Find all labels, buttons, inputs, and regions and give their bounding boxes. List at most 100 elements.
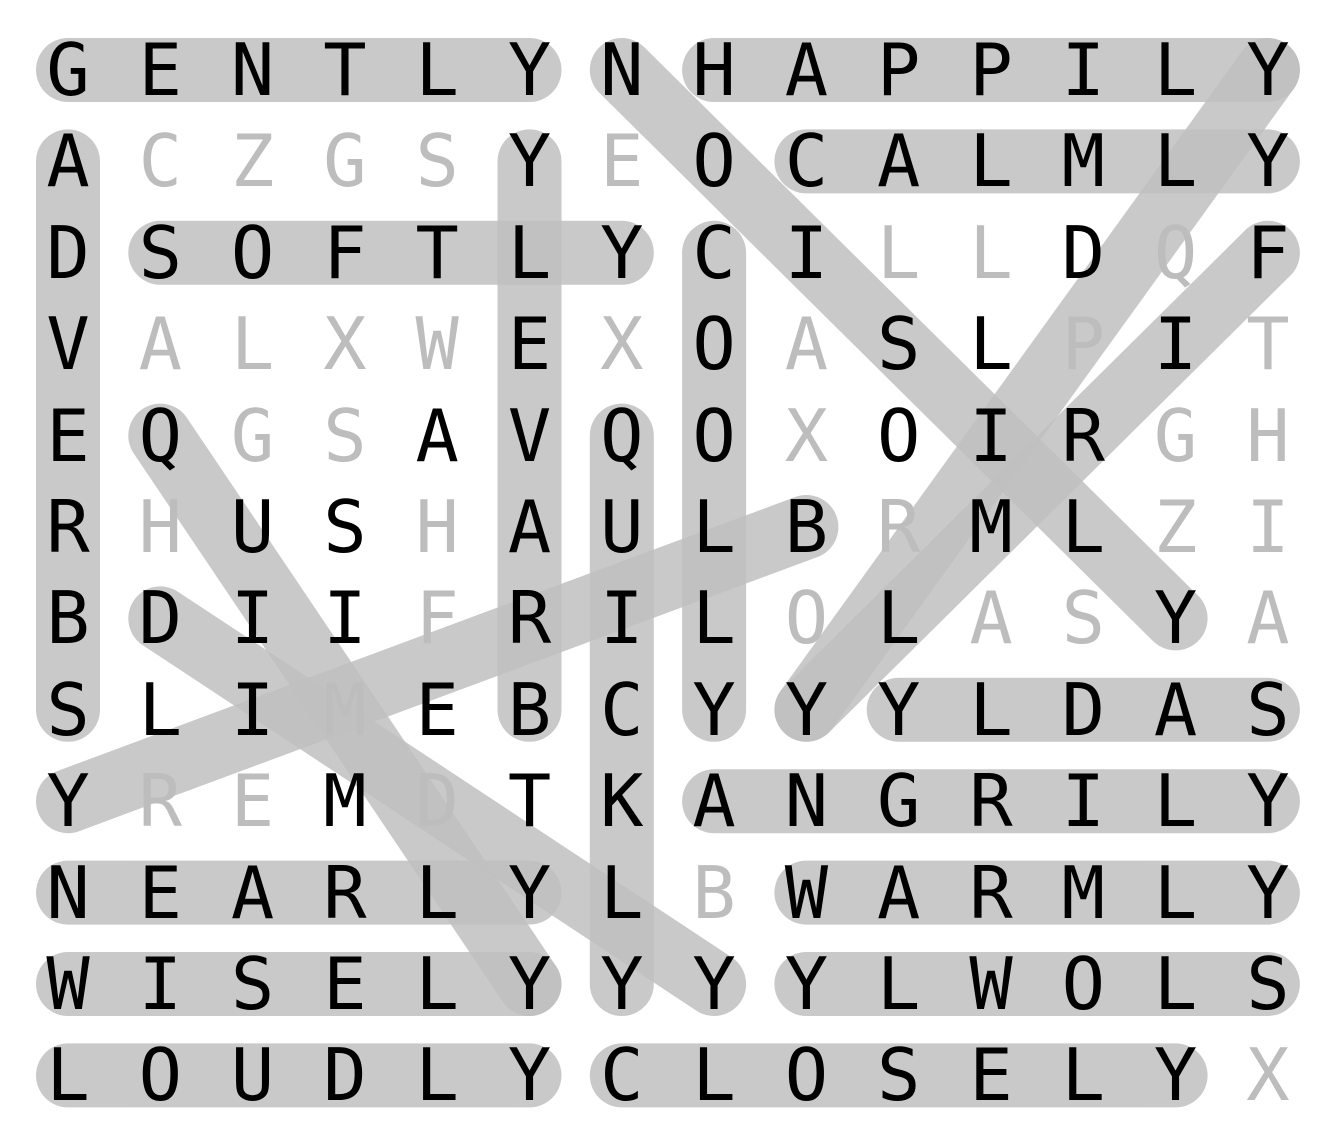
grid-cell[interactable]: L	[668, 1029, 760, 1121]
grid-cell[interactable]: H	[668, 24, 760, 116]
grid-cell[interactable]: C	[668, 207, 760, 299]
grid-cell[interactable]: E	[391, 664, 483, 756]
grid-cell[interactable]: G	[22, 24, 114, 116]
grid-cell[interactable]: Y	[1130, 1029, 1222, 1121]
grid-cell[interactable]: S	[1222, 664, 1314, 756]
grid-cell[interactable]: H	[391, 481, 483, 573]
grid-cell[interactable]: A	[207, 847, 299, 939]
grid-cell[interactable]: A	[760, 298, 852, 390]
grid-cell[interactable]: L	[22, 1029, 114, 1121]
grid-cell[interactable]: L	[1130, 24, 1222, 116]
grid-cell[interactable]: T	[391, 207, 483, 299]
grid-cell[interactable]: L	[945, 115, 1037, 207]
grid-cell[interactable]: D	[114, 572, 206, 664]
grid-cell[interactable]: R	[299, 847, 391, 939]
grid-cell[interactable]: H	[1222, 390, 1314, 482]
grid-cell[interactable]: I	[760, 207, 852, 299]
grid-cell[interactable]: Y	[1222, 24, 1314, 116]
grid-cell[interactable]: E	[114, 847, 206, 939]
grid-cell[interactable]: A	[1130, 664, 1222, 756]
grid-cell[interactable]: L	[391, 24, 483, 116]
grid-cell[interactable]: G	[853, 755, 945, 847]
grid-cell[interactable]: L	[207, 298, 299, 390]
grid-cell[interactable]: I	[1222, 481, 1314, 573]
grid-cell[interactable]: X	[760, 390, 852, 482]
grid-cell[interactable]: S	[114, 207, 206, 299]
grid-cell[interactable]: P	[1037, 298, 1129, 390]
grid-cell[interactable]: A	[760, 24, 852, 116]
grid-cell[interactable]: O	[114, 1029, 206, 1121]
grid-cell[interactable]: W	[391, 298, 483, 390]
grid-cell[interactable]: L	[1130, 115, 1222, 207]
grid-cell[interactable]: R	[945, 847, 1037, 939]
grid-cell[interactable]: H	[114, 481, 206, 573]
grid-cell[interactable]: N	[760, 755, 852, 847]
grid-cell[interactable]: Y	[484, 24, 576, 116]
grid-cell[interactable]: I	[576, 572, 668, 664]
grid-cell[interactable]: B	[760, 481, 852, 573]
grid-cell[interactable]: A	[1222, 572, 1314, 664]
grid-cell[interactable]: Y	[1130, 572, 1222, 664]
grid-cell[interactable]: O	[760, 1029, 852, 1121]
grid-cell[interactable]: U	[207, 481, 299, 573]
grid-cell[interactable]: C	[114, 115, 206, 207]
grid-cell[interactable]: A	[853, 847, 945, 939]
grid-cell[interactable]: K	[576, 755, 668, 847]
grid-cell[interactable]: O	[1037, 938, 1129, 1030]
grid-cell[interactable]: I	[1037, 755, 1129, 847]
grid-cell[interactable]: X	[299, 298, 391, 390]
grid-cell[interactable]: T	[484, 755, 576, 847]
grid-cell[interactable]: Y	[760, 938, 852, 1030]
grid-cell[interactable]: Y	[576, 207, 668, 299]
grid-cell[interactable]: I	[1130, 298, 1222, 390]
grid-cell[interactable]: M	[299, 755, 391, 847]
grid-cell[interactable]: R	[484, 572, 576, 664]
grid-cell[interactable]: R	[22, 481, 114, 573]
grid-cell[interactable]: L	[1037, 481, 1129, 573]
grid-cell[interactable]: A	[22, 115, 114, 207]
grid-cell[interactable]: Z	[1130, 481, 1222, 573]
grid-cell[interactable]: L	[853, 207, 945, 299]
grid-cell[interactable]: Y	[484, 847, 576, 939]
grid-cell[interactable]: E	[484, 298, 576, 390]
grid-cell[interactable]: Y	[1222, 847, 1314, 939]
grid-cell[interactable]: R	[853, 481, 945, 573]
grid-cell[interactable]: Y	[484, 115, 576, 207]
grid-cell[interactable]: A	[945, 572, 1037, 664]
grid-cell[interactable]: L	[853, 938, 945, 1030]
grid-cell[interactable]: V	[484, 390, 576, 482]
grid-cell[interactable]: N	[576, 24, 668, 116]
grid-cell[interactable]: L	[114, 664, 206, 756]
grid-cell[interactable]: E	[945, 1029, 1037, 1121]
grid-cell[interactable]: S	[853, 298, 945, 390]
grid-cell[interactable]: E	[114, 24, 206, 116]
grid-cell[interactable]: S	[1037, 572, 1129, 664]
grid-cell[interactable]: T	[1222, 298, 1314, 390]
grid-cell[interactable]: E	[576, 115, 668, 207]
grid-cell[interactable]: L	[945, 298, 1037, 390]
grid-cell[interactable]: L	[391, 847, 483, 939]
grid-cell[interactable]: Q	[114, 390, 206, 482]
grid-cell[interactable]: O	[668, 390, 760, 482]
grid-cell[interactable]: P	[945, 24, 1037, 116]
grid-cell[interactable]: S	[22, 664, 114, 756]
grid-cell[interactable]: Q	[576, 390, 668, 482]
grid-cell[interactable]: L	[1130, 938, 1222, 1030]
grid-cell[interactable]: C	[576, 1029, 668, 1121]
grid-cell[interactable]: Y	[668, 938, 760, 1030]
grid-cell[interactable]: D	[22, 207, 114, 299]
grid-cell[interactable]: V	[22, 298, 114, 390]
grid-cell[interactable]: O	[207, 207, 299, 299]
grid-cell[interactable]: L	[853, 572, 945, 664]
grid-cell[interactable]: X	[576, 298, 668, 390]
grid-cell[interactable]: F	[299, 207, 391, 299]
grid-cell[interactable]: L	[668, 481, 760, 573]
grid-cell[interactable]: A	[668, 755, 760, 847]
grid-cell[interactable]: Y	[668, 664, 760, 756]
grid-cell[interactable]: S	[299, 390, 391, 482]
grid-cell[interactable]: R	[1037, 390, 1129, 482]
grid-cell[interactable]: L	[945, 664, 1037, 756]
grid-cell[interactable]: B	[484, 664, 576, 756]
grid-cell[interactable]: O	[668, 115, 760, 207]
grid-cell[interactable]: A	[391, 390, 483, 482]
